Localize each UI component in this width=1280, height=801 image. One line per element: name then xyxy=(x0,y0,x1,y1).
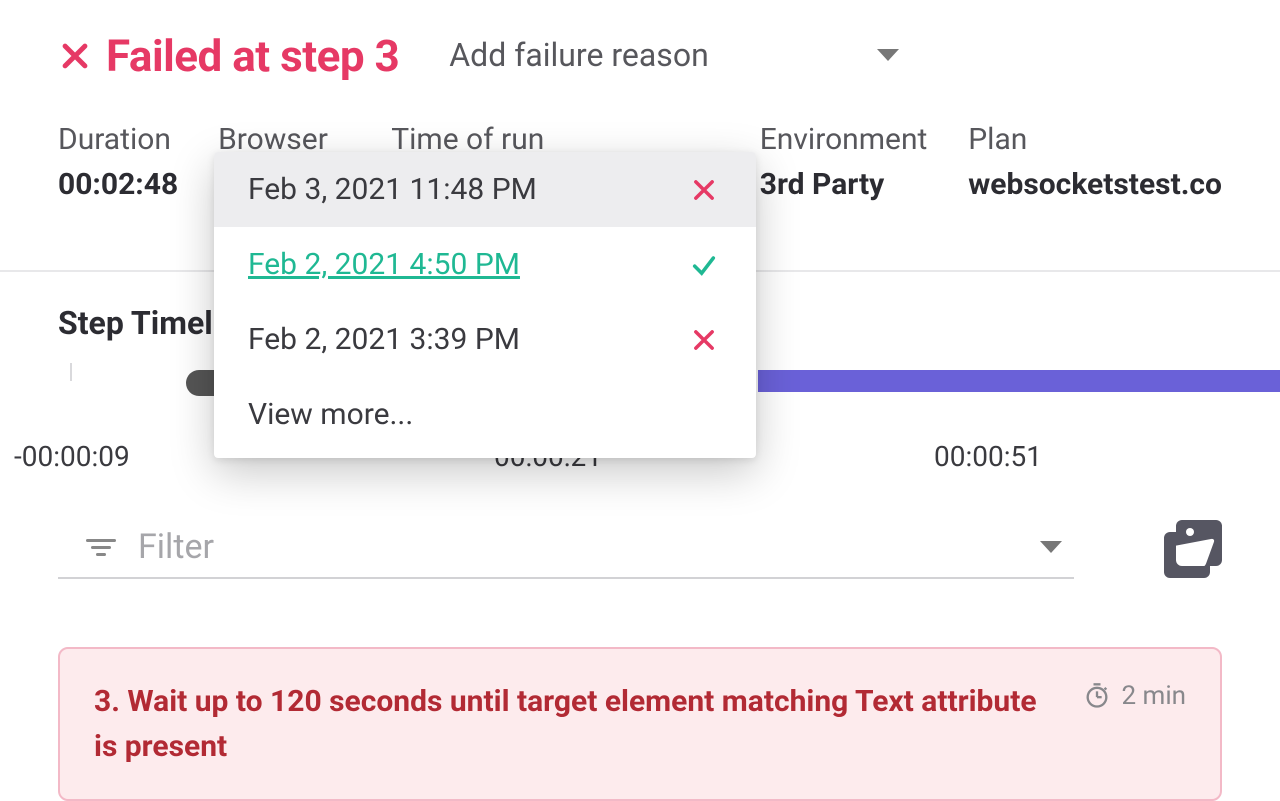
fail-x-icon xyxy=(690,176,718,204)
failure-reason-placeholder: Add failure reason xyxy=(449,36,708,74)
status-title: Failed at step 3 xyxy=(58,30,399,82)
failure-reason-select[interactable]: Add failure reason xyxy=(449,32,899,80)
meta-environment-value: 3rd Party xyxy=(760,167,968,202)
view-more-option[interactable]: View more... xyxy=(214,377,756,458)
meta-duration-label: Duration xyxy=(58,122,218,157)
screenshots-button[interactable] xyxy=(1164,520,1222,578)
check-icon xyxy=(690,251,718,279)
status-title-text: Failed at step 3 xyxy=(106,30,399,82)
failed-step-duration-value: 2 min xyxy=(1121,681,1186,711)
failed-step-card[interactable]: 3. Wait up to 120 seconds until target e… xyxy=(58,647,1222,801)
fail-x-icon xyxy=(58,39,92,73)
run-option-label: Feb 2, 2021 4:50 PM xyxy=(248,247,520,282)
title-row: Failed at step 3 Add failure reason xyxy=(58,30,1222,82)
timeline-segment-active[interactable] xyxy=(758,370,1280,392)
meta-environment: Environment 3rd Party xyxy=(760,122,968,202)
chevron-down-icon xyxy=(877,49,899,61)
failed-step-duration: 2 min xyxy=(1083,681,1186,711)
meta-plan-label: Plan xyxy=(968,122,1222,157)
filter-placeholder: Filter xyxy=(138,527,214,567)
timeline-label-right: 00:00:51 xyxy=(934,440,1042,473)
image-icon xyxy=(1176,520,1222,566)
meta-duration: Duration 00:02:48 xyxy=(58,122,218,202)
run-option[interactable]: Feb 3, 2021 11:48 PM xyxy=(214,152,756,227)
run-option[interactable]: Feb 2, 2021 4:50 PM xyxy=(214,227,756,302)
filter-icon xyxy=(86,539,116,556)
meta-plan-value: websocketstest.co xyxy=(968,167,1222,202)
clock-icon xyxy=(1083,682,1111,710)
meta-duration-value: 00:02:48 xyxy=(58,167,218,202)
filter-row: Filter xyxy=(58,519,1280,579)
failed-step-text: 3. Wait up to 120 seconds until target e… xyxy=(94,679,1053,769)
meta-plan: Plan websocketstest.co xyxy=(968,122,1222,202)
run-option[interactable]: Feb 2, 2021 3:39 PM xyxy=(214,302,756,377)
timeline-tick xyxy=(70,363,72,381)
meta-environment-label: Environment xyxy=(760,122,968,157)
chevron-down-icon xyxy=(1040,541,1062,553)
filter-input[interactable]: Filter xyxy=(58,519,1074,579)
run-option-label: Feb 3, 2021 11:48 PM xyxy=(248,172,537,207)
time-of-run-dropdown[interactable]: Feb 3, 2021 11:48 PM Feb 2, 2021 4:50 PM… xyxy=(214,152,756,458)
run-option-label: Feb 2, 2021 3:39 PM xyxy=(248,322,520,357)
fail-x-icon xyxy=(690,326,718,354)
